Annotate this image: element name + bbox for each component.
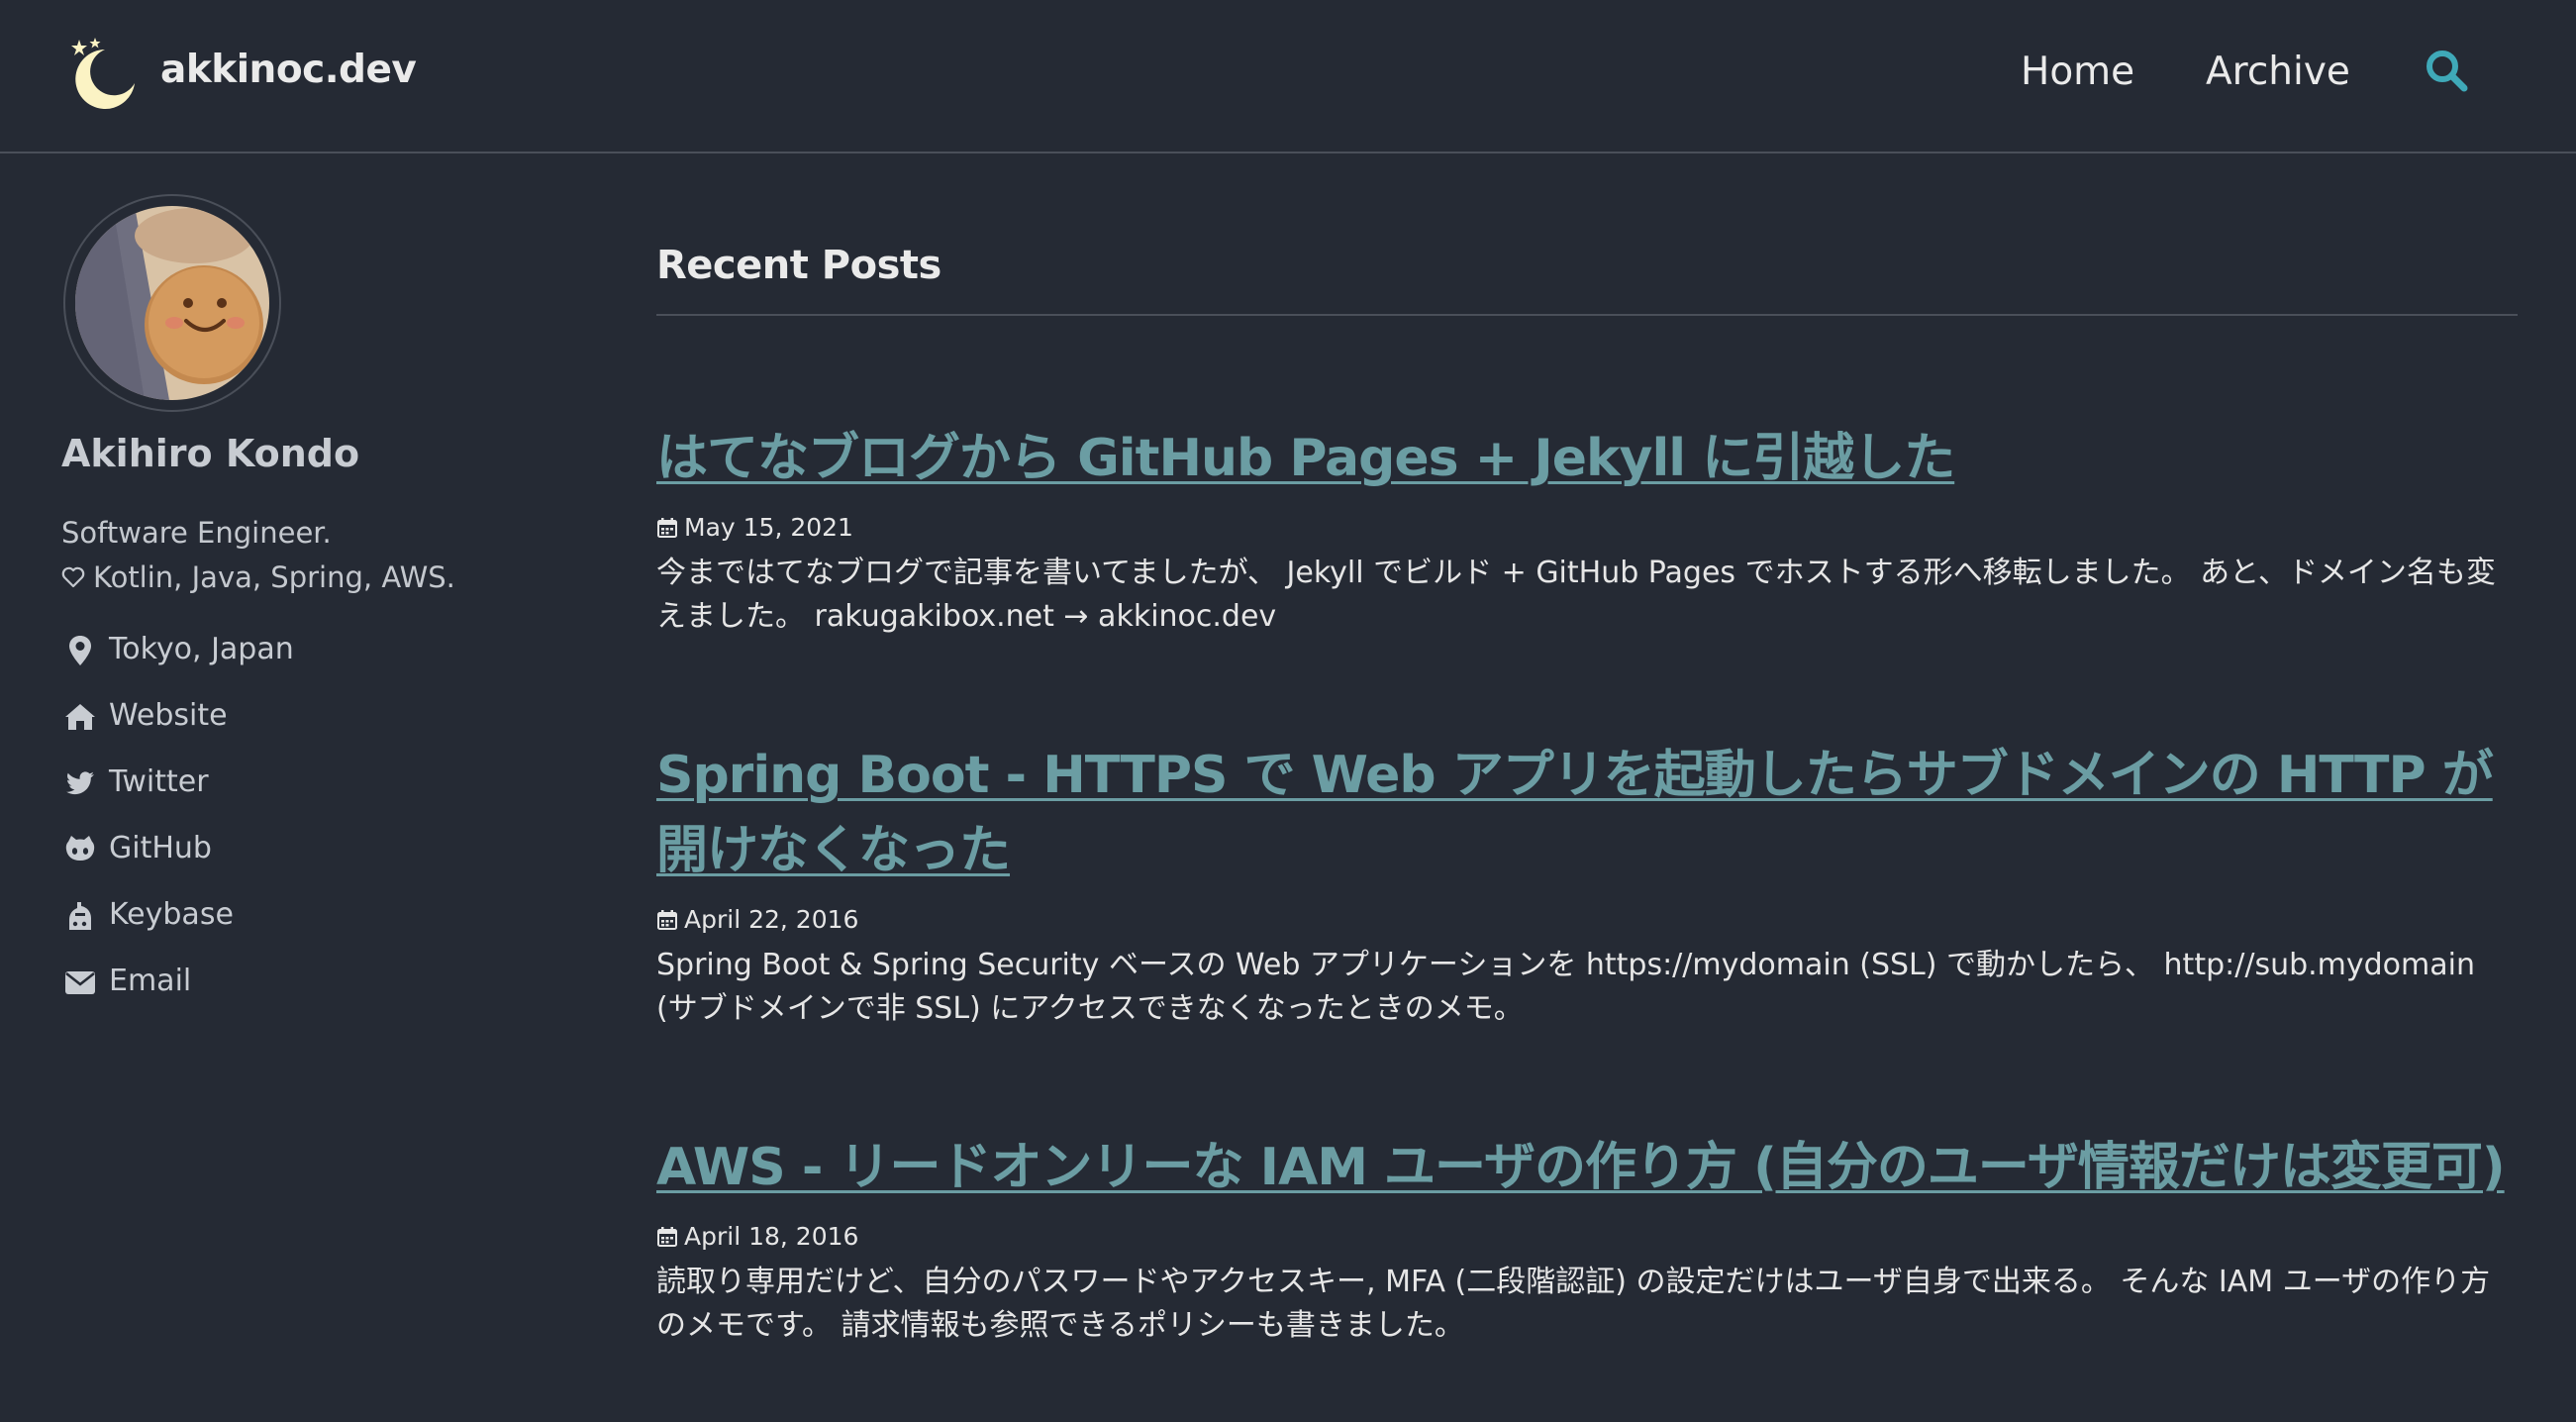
map-marker-icon	[63, 634, 97, 667]
post-title-link[interactable]: はてなブログから GitHub Pages + Jekyll に引越した	[656, 421, 2518, 496]
post-excerpt: 読取り専用だけど、自分のパスワードやアクセスキー, MFA (二段階認証) の設…	[656, 1265, 2491, 1343]
nav-home[interactable]: Home	[2021, 50, 2134, 94]
author-bio: Software Engineer. Kotlin, Java, Spring,…	[61, 511, 455, 600]
twitter-icon	[63, 766, 97, 800]
calendar-icon	[656, 513, 678, 538]
home-icon	[63, 700, 97, 734]
author-link-label[interactable]: Twitter	[109, 762, 209, 802]
post-excerpt: 今まではてなブログで記事を書いてましたが、 Jekyll でビルド + GitH…	[656, 556, 2496, 634]
post-title-link[interactable]: AWS - リードオンリーな IAM ユーザの作り方 (自分のユーザ情報だけは変…	[656, 1130, 2518, 1205]
search-icon[interactable]	[2424, 48, 2469, 93]
github-icon	[63, 833, 97, 866]
section-title: Recent Posts	[656, 243, 2518, 316]
post-item: Spring Boot - HTTPS で Web アプリを起動したらサブドメイ…	[656, 738, 2518, 1061]
post-date: May 15, 2021	[684, 513, 853, 542]
author-name: Akihiro Kondo	[61, 432, 360, 475]
author-link-label: Tokyo, Japan	[109, 632, 294, 666]
avatar	[63, 194, 281, 412]
author-link-label[interactable]: Keybase	[109, 895, 234, 935]
author-link-label[interactable]: Website	[109, 696, 228, 736]
post-meta: April 22, 2016	[656, 902, 2518, 938]
post-meta: May 15, 2021	[656, 510, 2518, 546]
keybase-icon	[63, 899, 97, 933]
post-item: はてなブログから GitHub Pages + Jekyll に引越した May…	[656, 421, 2518, 668]
heart-icon	[61, 557, 85, 588]
post-excerpt: Spring Boot & Spring Security ベースの Web ア…	[656, 948, 2475, 1026]
post-title-link[interactable]: Spring Boot - HTTPS で Web アプリを起動したらサブドメイ…	[656, 738, 2518, 888]
post-date: April 18, 2016	[684, 1222, 859, 1251]
masthead: akkinoc.dev Home Archive	[0, 0, 2576, 153]
author-link-label[interactable]: GitHub	[109, 829, 212, 868]
main-content: Recent Posts はてなブログから GitHub Pages + Jek…	[656, 243, 2518, 1343]
envelope-icon	[63, 965, 97, 999]
post-item: AWS - リードオンリーな IAM ユーザの作り方 (自分のユーザ情報だけは変…	[656, 1130, 2518, 1377]
author-bio-line: Software Engineer.	[61, 516, 332, 550]
calendar-icon	[656, 1222, 678, 1247]
site-title[interactable]: akkinoc.dev	[160, 48, 417, 92]
post-date: April 22, 2016	[684, 905, 859, 934]
nav-archive[interactable]: Archive	[2206, 50, 2350, 94]
author-bio-line: Kotlin, Java, Spring, AWS.	[93, 560, 455, 594]
calendar-icon	[656, 905, 678, 930]
author-link-label[interactable]: Email	[109, 962, 191, 1001]
moon-stars-icon[interactable]	[65, 36, 139, 109]
post-meta: April 18, 2016	[656, 1219, 2518, 1255]
